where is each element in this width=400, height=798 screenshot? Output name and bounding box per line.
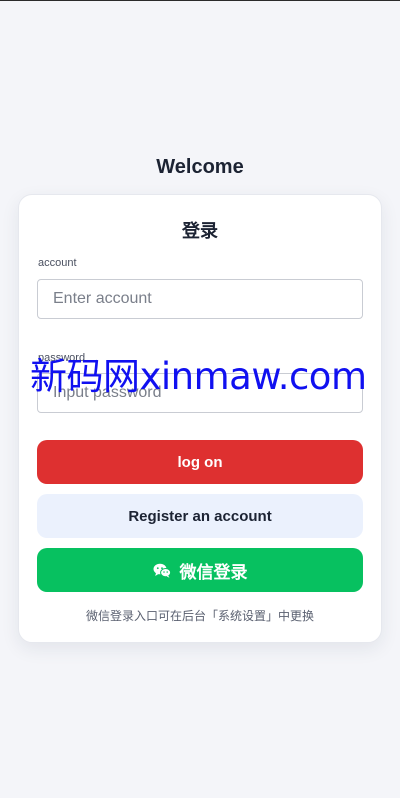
account-label: account bbox=[38, 257, 77, 269]
password-input[interactable] bbox=[37, 373, 363, 413]
wechat-login-button[interactable]: 微信登录 bbox=[37, 548, 363, 592]
password-label: password bbox=[38, 352, 86, 364]
wechat-login-label: 微信登录 bbox=[179, 562, 248, 582]
card-title: 登录 bbox=[182, 221, 218, 241]
login-button[interactable]: log on bbox=[37, 440, 363, 484]
wechat-icon bbox=[153, 563, 171, 578]
wechat-hint-text: 微信登录入口可在后台「系统设置」中更换 bbox=[85, 609, 314, 623]
account-input[interactable] bbox=[37, 279, 363, 319]
login-card: 登录 account password log on Register an a… bbox=[18, 194, 382, 643]
register-button[interactable]: Register an account bbox=[37, 494, 363, 538]
page-title: Welcome bbox=[156, 156, 244, 178]
